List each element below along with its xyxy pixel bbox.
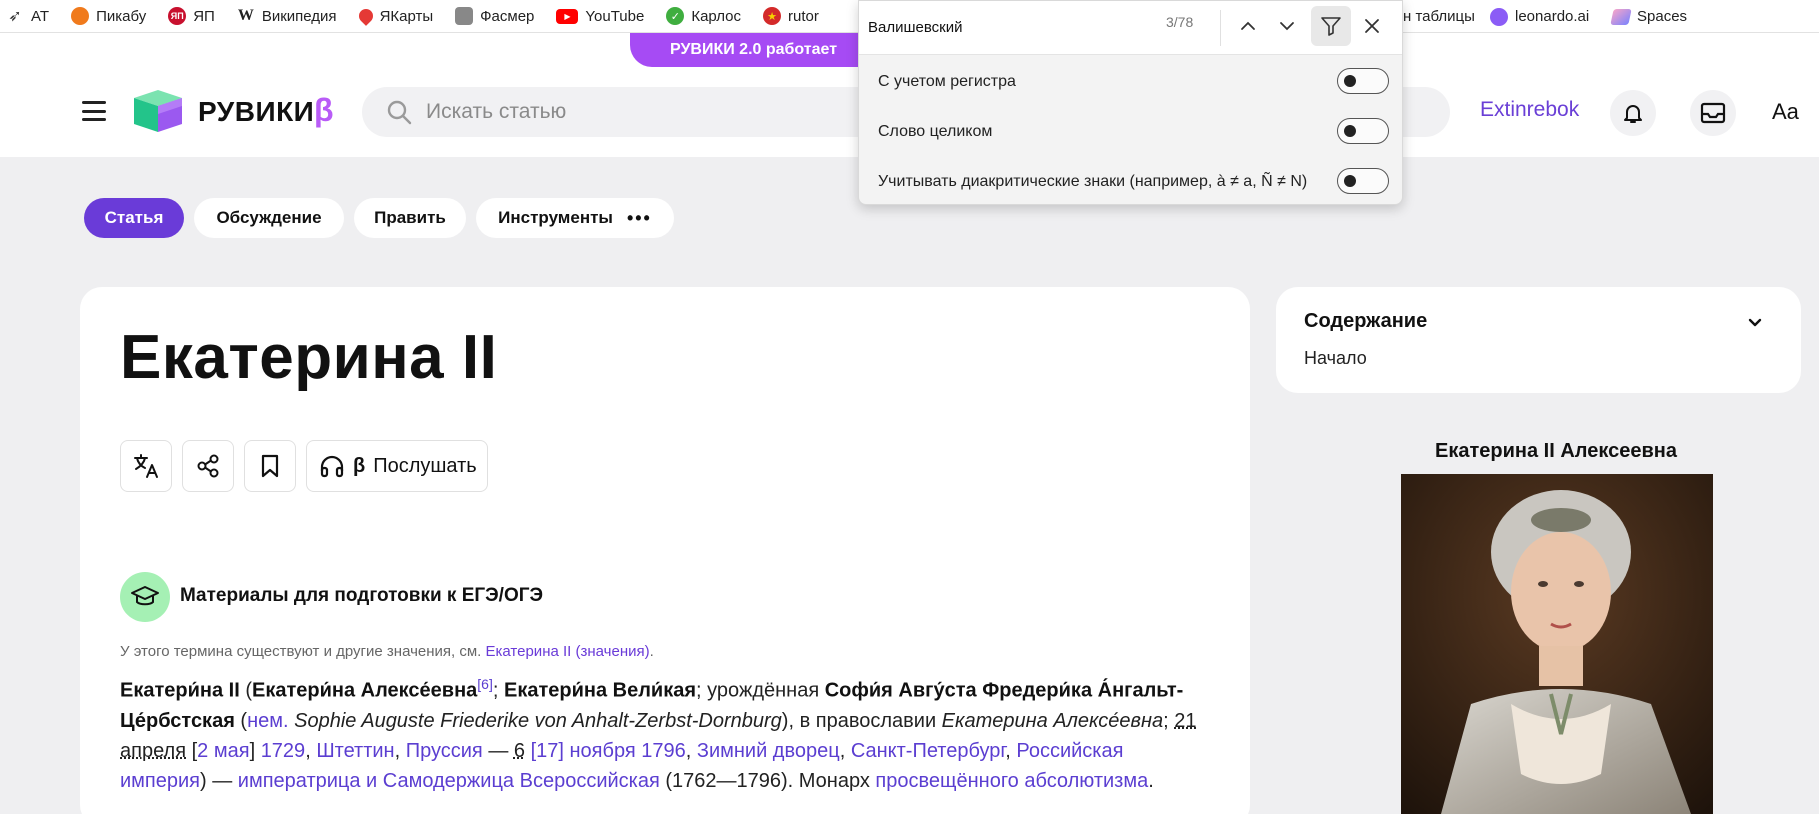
rutor-icon: ★ [763,7,782,25]
find-divider [1220,10,1221,46]
find-match-count: 3/78 [1166,14,1194,30]
option-whole-word-label: Слово целиком [878,123,993,140]
tab-article[interactable]: Статья [84,198,184,238]
infobox-caption: Екатерина II Алексеевна [1435,440,1677,462]
find-input[interactable] [868,13,1118,41]
more-dots-icon: ••• [626,207,652,228]
winter-palace-link[interactable]: Зимний дворец [697,740,840,762]
bookmark-wikipedia[interactable]: W Википедия [237,7,337,25]
toc-item[interactable]: Начало [1304,348,1367,369]
wikipedia-icon: W [237,7,254,24]
graduation-cap-icon[interactable] [120,572,170,622]
bookmark-icon [261,454,279,478]
find-next-button[interactable] [1267,6,1307,46]
map-pin-icon [355,6,376,26]
check-icon: ✓ [666,7,685,25]
font-settings-button[interactable]: Aa [1772,99,1799,125]
date-link[interactable]: 2 мая [197,740,249,762]
option-whole-word-toggle[interactable] [1337,118,1389,144]
inbox-icon [1700,102,1726,124]
toc-title[interactable]: Содержание [1304,310,1427,333]
search-input[interactable] [426,96,866,128]
share-button[interactable] [182,440,234,492]
bookmark-spaces[interactable]: Spaces [1610,0,1687,33]
year-link[interactable]: 1729 [261,740,306,762]
chevron-down-icon [1280,22,1294,31]
lang-link[interactable]: нем. [247,710,288,732]
chevron-down-icon[interactable] [1746,314,1764,332]
search-icon [387,100,412,125]
disambiguation-link[interactable]: Екатерина II (значения) [486,643,650,660]
translate-button[interactable] [120,440,172,492]
bell-icon [1624,105,1642,123]
bookmark-button[interactable] [244,440,296,492]
pikabu-icon [71,7,90,25]
absolutism-link[interactable]: просвещённого абсолютизма [875,770,1148,792]
bookmark-rutor[interactable]: ★ rutor [763,7,819,25]
notifications-button[interactable] [1610,90,1656,136]
find-close-button[interactable] [1352,6,1392,46]
option-match-case-label: С учетом регистра [878,73,1016,90]
option-diacritics-toggle[interactable] [1337,168,1389,194]
find-panel: 3/78 С учетом регистра Слово целиком Учи… [858,0,1403,205]
user-link[interactable]: Extinrebok [1480,98,1579,122]
find-options-button[interactable] [1311,6,1351,46]
empress-link[interactable]: императрица и Самодержица Всероссийская [238,770,660,792]
saint-petersburg-link[interactable]: Санкт-Петербург [851,740,1005,762]
table-of-contents [1276,287,1801,393]
article-lead: Екатери́на II (Екатери́на Алексе́евна[6]… [120,676,1197,792]
bookmark-pikabu[interactable]: Пикабу [71,7,146,25]
leonardo-icon [1490,7,1508,26]
youtube-icon: ▶ [556,8,579,24]
find-bar: 3/78 [859,1,1402,55]
option-diacritics-label: Учитывать диакритические знаки (например… [878,173,1308,190]
reference-link[interactable]: [6] [477,676,493,692]
spaces-icon [1610,8,1632,25]
filter-icon [1321,17,1341,36]
bookmark-karlos[interactable]: ✓ Карлос [666,7,741,25]
option-match-case-toggle[interactable] [1337,68,1389,94]
close-icon [1365,19,1379,33]
logo-icon[interactable] [128,88,186,134]
hatnote: У этого термина существуют и другие знач… [120,643,654,660]
bookmark-leonardo[interactable]: leonardo.ai [1490,0,1589,33]
bookmark-tables[interactable]: н таблицы [1403,0,1475,33]
at-icon: ➶ [8,8,22,25]
yap-icon: ЯП [168,7,187,25]
listen-label: Послушать [373,454,477,477]
inbox-button[interactable] [1690,90,1736,136]
prussia-link[interactable]: Пруссия [406,740,483,762]
tab-edit[interactable]: Править [354,198,466,238]
listen-beta: β [353,454,366,477]
bookmark-yakarty[interactable]: ЯКарты [355,6,433,26]
logo-beta: β [314,92,334,128]
fasmer-icon [455,7,474,25]
menu-icon[interactable] [82,101,106,121]
stettin-link[interactable]: Штеттин [316,740,394,762]
share-icon [197,454,219,478]
logo-text[interactable]: РУВИКИ [198,96,314,128]
page-title: Екатерина II [120,323,498,392]
bookmark-yap[interactable]: ЯП ЯП [168,7,215,25]
death-date-link[interactable]: [17] ноября 1796 [531,740,686,762]
headphones-icon [320,455,344,478]
bookmark-at[interactable]: ➶ AT [6,7,49,26]
chevron-up-icon [1241,21,1255,30]
exam-materials-link[interactable]: Материалы для подготовки к ЕГЭ/ОГЭ [180,585,543,607]
portrait-image[interactable] [1401,474,1713,814]
tab-discussion[interactable]: Обсуждение [194,198,344,238]
listen-button[interactable]: β Послушать [306,440,488,492]
tab-tools[interactable]: Инструменты ••• [476,198,674,238]
find-previous-button[interactable] [1228,6,1268,46]
translate-icon [134,454,158,478]
bookmark-youtube[interactable]: ▶ YouTube [556,8,644,25]
bookmark-fasmer[interactable]: Фасмер [455,7,534,25]
